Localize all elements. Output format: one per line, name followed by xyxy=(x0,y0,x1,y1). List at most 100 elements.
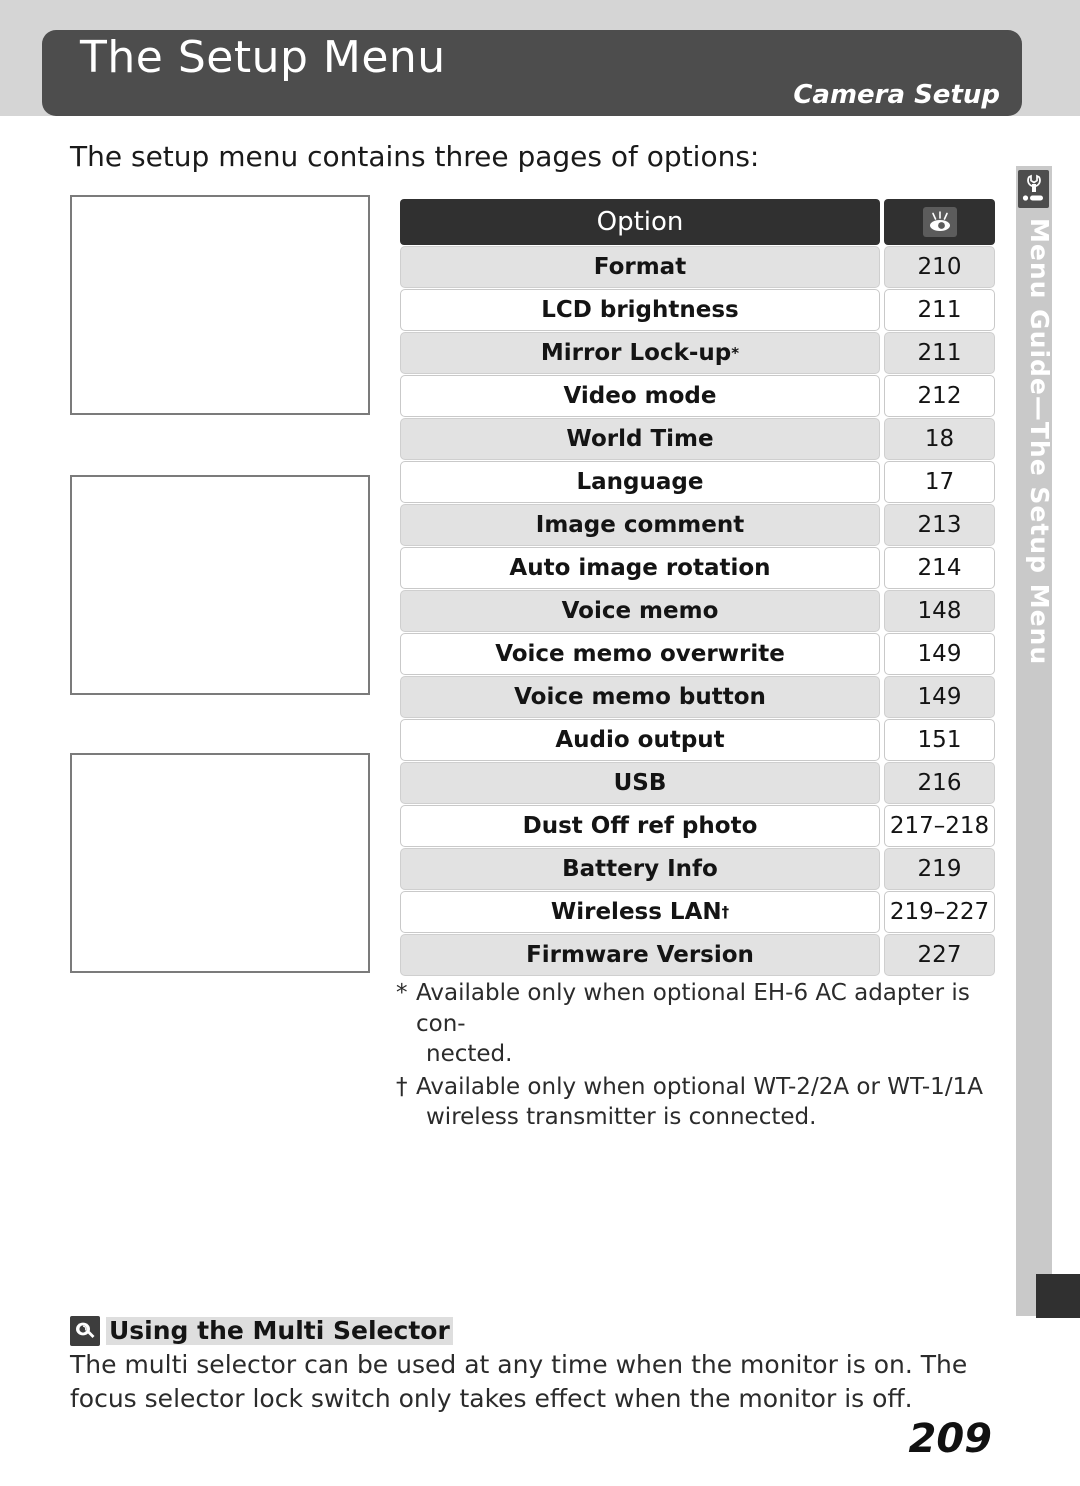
option-name-cell: Image comment xyxy=(400,504,880,546)
banner-subtitle: Camera Setup xyxy=(793,80,1000,110)
page-reference-cell: 211 xyxy=(884,332,995,374)
option-name-cell: Voice memo overwrite xyxy=(400,633,880,675)
option-label: Firmware Version xyxy=(526,942,754,968)
tip-title: Using the Multi Selector xyxy=(106,1316,453,1346)
intro-paragraph: The setup menu contains three pages of o… xyxy=(70,140,760,173)
page-title: The Setup Menu xyxy=(80,32,446,83)
table-row: Dust Off ref photo 217–218 xyxy=(400,805,995,847)
option-name-cell: Voice memo button xyxy=(400,676,880,718)
option-label: Voice memo overwrite xyxy=(495,641,785,667)
option-label: World Time xyxy=(566,426,714,452)
page-reference-cell: 151 xyxy=(884,719,995,761)
option-label: Voice memo xyxy=(561,598,719,624)
menu-screenshot-placeholder-2 xyxy=(70,475,370,695)
footnote-line-2: nected. xyxy=(426,1041,513,1068)
option-label: Language xyxy=(576,469,704,495)
option-label: Auto image rotation xyxy=(509,555,771,581)
page-reference-cell: 149 xyxy=(884,633,995,675)
footnote-line-1: Available only when optional WT-2/2A or … xyxy=(416,1073,983,1100)
option-name-cell: Voice memo xyxy=(400,590,880,632)
option-name-cell: Language xyxy=(400,461,880,503)
table-row: Voice memo overwrite 149 xyxy=(400,633,995,675)
option-label: Mirror Lock-up xyxy=(540,340,732,366)
page-edge-tab-marker xyxy=(1036,1274,1080,1318)
setup-options-table: Option Format 210 LCD brightness 211 Mirror … xyxy=(400,199,995,977)
page-reference-cell: 148 xyxy=(884,590,995,632)
footnote-line-1: Available only when optional EH-6 AC ada… xyxy=(416,980,970,1037)
option-name-cell: USB xyxy=(400,762,880,804)
page-reference-cell: 216 xyxy=(884,762,995,804)
page-reference-cell: 219–227 xyxy=(884,891,995,933)
option-name-cell: Firmware Version xyxy=(400,934,880,976)
option-name-cell: Mirror Lock-up * xyxy=(400,332,880,374)
column-header-option: Option xyxy=(400,199,880,245)
option-name-cell: Format xyxy=(400,246,880,288)
option-label: Format xyxy=(593,254,687,280)
table-row: World Time 18 xyxy=(400,418,995,460)
option-name-cell: Dust Off ref photo xyxy=(400,805,880,847)
page-reference-cell: 149 xyxy=(884,676,995,718)
option-label: Battery Info xyxy=(562,856,718,882)
option-name-cell: Battery Info xyxy=(400,848,880,890)
page-reference-cell: 214 xyxy=(884,547,995,589)
footnote-text: Available only when optional WT-2/2A or … xyxy=(416,1072,1000,1133)
table-row: Voice memo 148 xyxy=(400,590,995,632)
option-label: Wireless LAN xyxy=(550,899,722,925)
page-reference-cell: 217–218 xyxy=(884,805,995,847)
option-label: LCD brightness xyxy=(541,297,739,323)
page-reference-cell: 211 xyxy=(884,289,995,331)
wrench-setup-icon xyxy=(1018,170,1049,208)
option-name-cell: World Time xyxy=(400,418,880,460)
footnote-line-2: wireless transmitter is connected. xyxy=(426,1104,817,1131)
table-row: Format 210 xyxy=(400,246,995,288)
page-reference-cell: 212 xyxy=(884,375,995,417)
option-label: Video mode xyxy=(563,383,717,409)
page-reference-cell: 210 xyxy=(884,246,995,288)
table-row: Audio output 151 xyxy=(400,719,995,761)
table-row: USB 216 xyxy=(400,762,995,804)
table-row: Auto image rotation 214 xyxy=(400,547,995,589)
table-row: Battery Info 219 xyxy=(400,848,995,890)
option-name-cell: LCD brightness xyxy=(400,289,880,331)
table-row: Mirror Lock-up * 211 xyxy=(400,332,995,374)
chapter-banner: The Setup Menu Camera Setup xyxy=(42,30,1022,116)
table-footnotes: * Available only when optional EH-6 AC a… xyxy=(396,978,1000,1135)
footnote-text: Available only when optional EH-6 AC ada… xyxy=(416,978,1000,1070)
table-row: Image comment 213 xyxy=(400,504,995,546)
page-reference-cell: 18 xyxy=(884,418,995,460)
table-row: Language 17 xyxy=(400,461,995,503)
menu-screenshot-placeholder-1 xyxy=(70,195,370,415)
table-row: Voice memo button 149 xyxy=(400,676,995,718)
menu-screenshot-placeholder-3 xyxy=(70,753,370,973)
table-header-row: Option xyxy=(400,199,995,245)
page-reference-cell: 213 xyxy=(884,504,995,546)
page-reference-cell: 219 xyxy=(884,848,995,890)
option-name-cell: Wireless LAN † xyxy=(400,891,880,933)
footnote-mark: * xyxy=(396,980,408,1006)
option-label: Dust Off ref photo xyxy=(522,813,758,839)
table-row: Firmware Version 227 xyxy=(400,934,995,976)
option-name-cell: Auto image rotation xyxy=(400,547,880,589)
tip-body-text: The multi selector can be used at any ti… xyxy=(70,1350,968,1413)
table-row: Video mode 212 xyxy=(400,375,995,417)
footnote-asterisk: * Available only when optional EH-6 AC a… xyxy=(396,978,1000,1070)
tip-box: Using the Multi Selector The multi selec… xyxy=(70,1316,1005,1416)
option-label: Voice memo button xyxy=(514,684,766,710)
table-row: LCD brightness 211 xyxy=(400,289,995,331)
footnote-mark: † xyxy=(396,1073,408,1100)
tip-header: Using the Multi Selector xyxy=(70,1316,1005,1346)
option-label: USB xyxy=(613,770,667,796)
table-row: Wireless LAN † 219–227 xyxy=(400,891,995,933)
page-reference-cell: 17 xyxy=(884,461,995,503)
page-reference-cell: 227 xyxy=(884,934,995,976)
option-name-cell: Audio output xyxy=(400,719,880,761)
option-name-cell: Video mode xyxy=(400,375,880,417)
option-label: Audio output xyxy=(555,727,725,753)
column-header-page xyxy=(884,199,995,245)
option-label: Image comment xyxy=(535,512,745,538)
option-footnote-mark: * xyxy=(731,344,740,362)
option-footnote-mark: † xyxy=(721,903,730,921)
footnote-dagger: † Available only when optional WT-2/2A o… xyxy=(396,1072,1000,1133)
tip-bulb-icon xyxy=(70,1316,100,1346)
page-number: 209 xyxy=(908,1416,993,1462)
